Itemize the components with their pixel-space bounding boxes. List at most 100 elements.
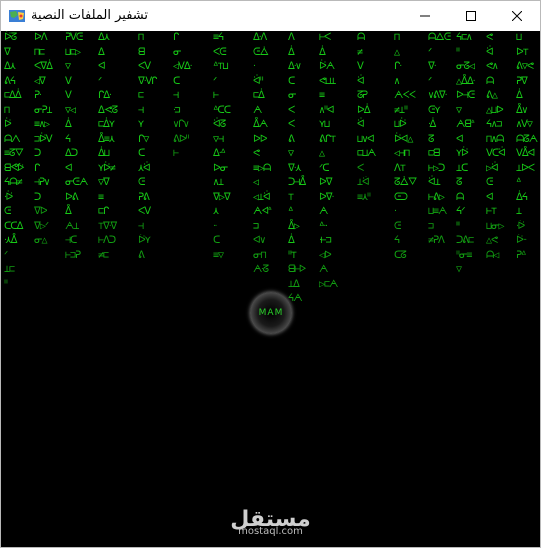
rain-glyph: ᗩᘔᗅ [516, 133, 538, 145]
rain-glyph: ᔦ⊏∧ [456, 32, 472, 43]
rain-glyph: ᓂ [288, 90, 297, 101]
rain-glyph: ⊓ [394, 32, 400, 43]
rain-glyph: ▽ [65, 61, 71, 72]
rain-glyph: ᐖ⋎ [138, 235, 151, 246]
rain-glyph: ᗺᕙᐖ [4, 162, 25, 174]
rain-glyph: ᕮᑐ [394, 191, 408, 203]
map-icon [9, 10, 25, 22]
rain-glyph: ᕕ▽ᕙ [516, 61, 534, 72]
rain-glyph: ∨ᕕᐍ [428, 90, 447, 101]
rain-glyph: ⋏ [213, 206, 219, 217]
rain-glyph: ◁ᐅ [319, 249, 332, 261]
rain-column: ≡ᔦ ᐸᕮ ᐞ⊤⊔ ᐟ ⊢ ᐞᑕᑕ ᐛᘔ ▽⊣ ᐏᐞ ᐅᓂ ∧⊥ ᐁ▷ᐁ ⋏ ᐧᐧ ᑕ ≡▽ [213, 31, 237, 263]
rain-glyph: ᔦᗩ≠ [4, 177, 23, 188]
rain-glyph: ᐱ [288, 32, 295, 43]
rain-glyph: ᐂᗅ [253, 119, 268, 130]
rain-glyph: ᒋᐏ [98, 90, 112, 101]
rain-glyph: ᓂ [173, 46, 182, 58]
rain-glyph: ᐟᑕ [319, 162, 330, 174]
rain-glyph: ≠ᕈᐱ [428, 235, 445, 246]
rain-glyph: ⊐ [428, 220, 434, 232]
close-button[interactable] [494, 1, 540, 31]
rain-glyph: ᐛᐦ [253, 75, 264, 87]
rain-glyph: ᗅ [319, 206, 328, 217]
rain-glyph: ᕮ [138, 177, 145, 188]
rain-glyph: ⊏ [138, 90, 144, 101]
rain-glyph: ᐁ▷ᐁ [213, 191, 231, 203]
rain-glyph: ⊓ [138, 32, 144, 43]
rain-glyph: ᐅᐁ [319, 177, 333, 188]
rain-glyph: ▷⊏ᗅ [319, 278, 338, 290]
rain-glyph: ≡ᘔᐁ [4, 148, 24, 159]
rain-glyph: ᓂᘔ◁ [456, 61, 475, 72]
rain-glyph: ᐄ [65, 119, 72, 130]
rain-glyph: ≡▷ᗩ [253, 162, 271, 174]
rain-glyph: ᐊ [486, 191, 494, 203]
rain-glyph: ⊔ᓂ▷ [486, 220, 505, 232]
rain-glyph: ᑕ [138, 148, 145, 159]
rain-glyph: ᓂᕈ⊥ [34, 104, 53, 116]
rain-glyph: ≠⊏ [98, 249, 109, 261]
rain-glyph: ᐂ≡⋏ [98, 133, 115, 145]
rain-glyph: ᘔ [456, 177, 462, 188]
rain-glyph: ⊥ [516, 206, 522, 217]
rain-glyph: ⋏ᐛ [138, 162, 151, 174]
rain-glyph: ᐯ [357, 61, 364, 72]
rain-glyph: ᐊ [65, 162, 73, 174]
rain-glyph: ᐃ [98, 46, 105, 58]
rain-glyph: ◁ᐁ [34, 75, 46, 87]
rain-glyph: ᐧ [253, 61, 256, 72]
rain-glyph: ◁ [253, 177, 259, 188]
rain-glyph: ᕈᐁ [516, 75, 528, 87]
rain-glyph: ᐃᑐ [65, 148, 78, 159]
rain-glyph: ᕙ⊔⊥ [319, 75, 336, 87]
maximize-button[interactable] [448, 1, 494, 31]
rain-column: ⊢ᐸ ᐄ ᐖᗅ ᕙ⊔⊥ ≡ ∧ᐦᐊ ⋎⊔ ᕕᒋ⊤ △ ᐟᑕ ᐅᐁ ᐅᐍ ᗅ ᐞᐧᐧ ᐧ⊢⊐ ◁ᐅ ᗅ ▷⊏ᗅ [319, 31, 343, 292]
rain-glyph: ᐞ⊤⊔ [213, 61, 228, 72]
rain-glyph: ᔦ∧⊐ [486, 119, 502, 130]
rain-glyph: ⊏ᐄ⋎ [98, 119, 115, 130]
minimize-icon [420, 15, 430, 17]
title-bar[interactable]: تشفير الملفات النصية [1, 1, 540, 31]
rain-glyph: ᐂ [65, 206, 72, 217]
rain-glyph: ᐯᐂᐊ [516, 148, 535, 159]
rain-glyph: ᐄ [288, 235, 295, 246]
rain-glyph: ᕈᐧ [34, 90, 42, 101]
rain-glyph: ≡ [319, 90, 325, 101]
rain-glyph: ⋎ᐖ≠ [98, 162, 116, 174]
rain-glyph: ᕮ [4, 206, 11, 217]
rain-glyph: ᑐᕕ⊏ [456, 235, 474, 246]
rain-glyph: ⊢⊐ᕈ [65, 249, 81, 261]
rain-glyph: ᗅᗺᐞ [456, 119, 475, 130]
rain-glyph: ᐖᗅ [319, 61, 335, 72]
rain-glyph: ᐧᐧ [213, 220, 217, 232]
rain-glyph: ᐅ⊤ [516, 46, 529, 58]
rain-glyph: ᐛ [357, 75, 365, 87]
rain-glyph: ᐅᐅ [253, 133, 267, 145]
rain-glyph: ᗅᐊᐞ [253, 206, 272, 217]
rain-glyph: ᐯ [65, 90, 72, 101]
rain-glyph: ⊏ᗺ [428, 148, 440, 159]
rain-glyph: ⊓ [4, 104, 10, 116]
rain-glyph: ᐅᐱ [34, 32, 48, 43]
rain-glyph: ᐄ [319, 46, 326, 58]
rain-glyph: ⊔⊏▷ [65, 46, 81, 58]
rain-glyph: ᑕᑕᐃ [4, 220, 23, 232]
minimize-button[interactable] [402, 1, 448, 31]
rain-glyph: ᐟ [428, 46, 432, 58]
rain-glyph: ∧ᐦᐊ [319, 104, 335, 116]
rain-glyph: ᐃ⋏ [4, 61, 16, 72]
rain-glyph: ᐛ [486, 46, 494, 58]
rain-glyph: ⊐ᐖᐯ [34, 133, 53, 145]
rain-glyph: ⊥ᐛ [357, 177, 370, 188]
rain-glyph: ᐏᕙᘔ [98, 104, 118, 116]
rain-column: ᐖᘔ ᐁ ᐃ⋏ ᕕᔦ ⊏ᐃᐄ ⊓ ᐖ ᗩᐱ ≡ᘔᐁ ᗺᕙᐖ ᔦᗩ≠ ᐧᐖ ᕮ ᑕᑕᐃ ᐧ⋏ᐂ ᐟ ⊥⊏ ᐦ [4, 31, 28, 292]
center-orb[interactable]: MAM [250, 292, 292, 334]
rain-glyph: ᒋ▽ [138, 133, 149, 145]
rain-glyph: △ [394, 46, 400, 58]
rain-glyph: ᕕᔦ [4, 75, 16, 87]
rain-glyph: ᐅᓂ [213, 162, 228, 174]
rain-glyph: ᗩ◁ [486, 249, 499, 261]
rain-glyph: ▽⊣ [213, 133, 224, 145]
rain-glyph: ᐧ⊐ [173, 104, 181, 116]
